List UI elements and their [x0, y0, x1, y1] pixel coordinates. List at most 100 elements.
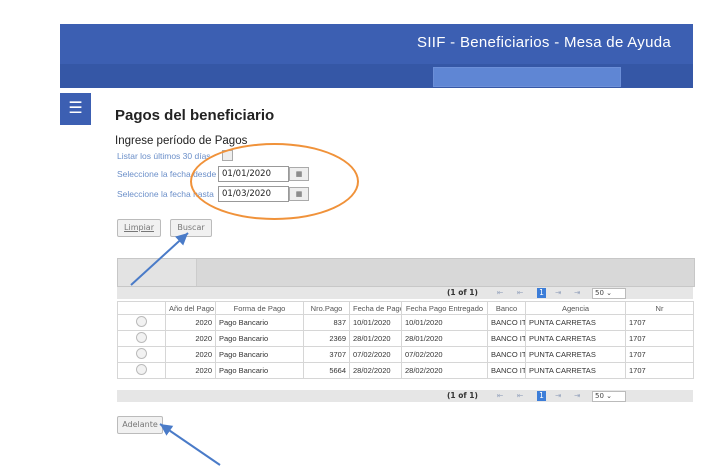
from-date-input[interactable]: 01/01/2020	[218, 166, 289, 182]
last30-label: Listar los últimos 30 días	[117, 151, 211, 161]
date-cell: 07/02/2020	[349, 346, 402, 363]
chevron-down-icon: ⌄	[606, 289, 613, 297]
column-header	[117, 301, 166, 315]
nr-cell: 1707	[625, 346, 694, 363]
section-title: Ingrese período de Pagos	[115, 135, 248, 147]
app-title-prefix: SIIF -	[417, 34, 460, 51]
calendar-icon: ▦	[295, 190, 303, 198]
to-date-input[interactable]: 01/03/2020	[218, 186, 289, 202]
agency-cell: PUNTA CARRETAS	[525, 362, 626, 379]
pager-info: (1 of 1)	[447, 288, 478, 297]
last-page-icon[interactable]: ⇥	[574, 390, 580, 402]
column-header[interactable]: Agencia	[525, 301, 626, 315]
to-calendar-button[interactable]: ▦	[289, 187, 309, 201]
column-header[interactable]: Forma de Pago	[215, 301, 304, 315]
number-cell: 2369	[303, 330, 350, 347]
table-row[interactable]: 2020 Pago Bancario 3707 07/02/2020 07/02…	[117, 346, 694, 363]
from-calendar-button[interactable]: ▦	[289, 167, 309, 181]
column-header[interactable]: Fecha de Pago	[349, 301, 402, 315]
nr-cell: 1707	[625, 314, 694, 331]
sub-navbar	[60, 64, 693, 88]
number-cell: 3707	[303, 346, 350, 363]
number-cell: 837	[303, 314, 350, 331]
bank-cell: BANCO IT	[487, 314, 526, 331]
app-title-suffix: - Mesa de Ayuda	[549, 34, 671, 51]
to-date-label: Seleccione la fecha hasta	[117, 189, 214, 199]
toolbar-tab[interactable]	[118, 259, 197, 286]
last30-checkbox[interactable]	[222, 150, 233, 161]
paginator-bottom: (1 of 1) ⇤ ⇤ 1 ⇥ ⇥ 50 ⌄	[117, 390, 693, 402]
app-title: SIIF - Beneficiarios - Mesa de Ayuda	[417, 34, 671, 51]
method-cell: Pago Bancario	[215, 362, 304, 379]
page-size-value: 50	[595, 289, 604, 297]
navbar-field[interactable]	[433, 67, 621, 87]
prev-page-icon[interactable]: ⇤	[517, 287, 523, 299]
bank-cell: BANCO IT	[487, 330, 526, 347]
first-page-icon[interactable]: ⇤	[497, 287, 503, 299]
hamburger-menu-button[interactable]: ☰	[60, 93, 91, 125]
row-select-cell[interactable]	[117, 362, 166, 379]
next-page-icon[interactable]: ⇥	[555, 390, 561, 402]
delivered-cell: 28/01/2020	[401, 330, 488, 347]
date-cell: 28/01/2020	[349, 330, 402, 347]
app-title-bold: Beneficiarios	[459, 34, 550, 51]
year-cell: 2020	[165, 346, 216, 363]
from-date-label: Seleccione la fecha desde	[117, 169, 217, 179]
calendar-icon: ▦	[295, 170, 303, 178]
date-cell: 10/01/2020	[349, 314, 402, 331]
agency-cell: PUNTA CARRETAS	[525, 330, 626, 347]
chevron-down-icon: ⌄	[606, 392, 613, 400]
next-button[interactable]: Adelante	[117, 416, 163, 434]
page-1-button[interactable]: 1	[537, 391, 546, 401]
row-select-cell[interactable]	[117, 330, 166, 347]
table-row[interactable]: 2020 Pago Bancario 2369 28/01/2020 28/01…	[117, 330, 694, 347]
year-cell: 2020	[165, 314, 216, 331]
paginator-top: (1 of 1) ⇤ ⇤ 1 ⇥ ⇥ 50 ⌄	[117, 287, 693, 299]
clear-button[interactable]: Limpiar	[117, 219, 161, 237]
year-cell: 2020	[165, 330, 216, 347]
table-header-row: Año del Pago Forma de Pago Nro.Pago Fech…	[117, 301, 694, 315]
date-cell: 28/02/2020	[349, 362, 402, 379]
page-size-select[interactable]: 50 ⌄	[592, 391, 626, 402]
column-header[interactable]: Año del Pago	[165, 301, 216, 315]
agency-cell: PUNTA CARRETAS	[525, 314, 626, 331]
method-cell: Pago Bancario	[215, 330, 304, 347]
row-radio[interactable]	[136, 348, 147, 359]
table-row[interactable]: 2020 Pago Bancario 5664 28/02/2020 28/02…	[117, 362, 694, 379]
payments-table: Año del Pago Forma de Pago Nro.Pago Fech…	[117, 301, 694, 379]
bank-cell: BANCO IT	[487, 346, 526, 363]
row-select-cell[interactable]	[117, 314, 166, 331]
app-header: SIIF - Beneficiarios - Mesa de Ayuda	[60, 24, 693, 64]
search-button[interactable]: Buscar	[170, 219, 212, 237]
row-radio[interactable]	[136, 316, 147, 327]
page-1-button[interactable]: 1	[537, 288, 546, 298]
column-header[interactable]: Nr	[625, 301, 694, 315]
pager-info: (1 of 1)	[447, 391, 478, 400]
results-toolbar	[117, 258, 695, 287]
page-size-select[interactable]: 50 ⌄	[592, 288, 626, 299]
page-title: Pagos del beneficiario	[115, 107, 275, 124]
method-cell: Pago Bancario	[215, 346, 304, 363]
delivered-cell: 28/02/2020	[401, 362, 488, 379]
agency-cell: PUNTA CARRETAS	[525, 346, 626, 363]
year-cell: 2020	[165, 362, 216, 379]
row-select-cell[interactable]	[117, 346, 166, 363]
hamburger-icon: ☰	[68, 98, 83, 117]
last-page-icon[interactable]: ⇥	[574, 287, 580, 299]
number-cell: 5664	[303, 362, 350, 379]
column-header[interactable]: Banco	[487, 301, 526, 315]
table-row[interactable]: 2020 Pago Bancario 837 10/01/2020 10/01/…	[117, 314, 694, 331]
row-radio[interactable]	[136, 332, 147, 343]
column-header[interactable]: Nro.Pago	[303, 301, 350, 315]
next-page-icon[interactable]: ⇥	[555, 287, 561, 299]
row-radio[interactable]	[136, 364, 147, 375]
first-page-icon[interactable]: ⇤	[497, 390, 503, 402]
nr-cell: 1707	[625, 330, 694, 347]
page-size-value: 50	[595, 392, 604, 400]
arrow-to-next	[159, 423, 221, 466]
prev-page-icon[interactable]: ⇤	[517, 390, 523, 402]
nr-cell: 1707	[625, 362, 694, 379]
bank-cell: BANCO IT	[487, 362, 526, 379]
delivered-cell: 10/01/2020	[401, 314, 488, 331]
column-header[interactable]: Fecha Pago Entregado	[401, 301, 488, 315]
